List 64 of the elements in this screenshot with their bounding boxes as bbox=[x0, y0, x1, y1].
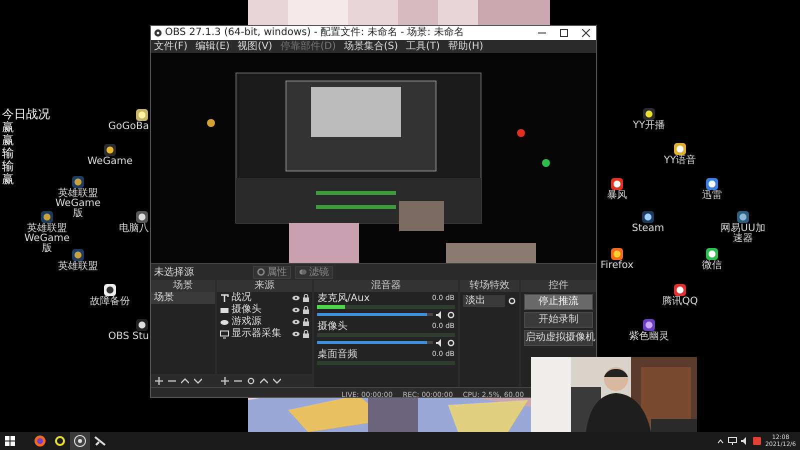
app-icon[interactable] bbox=[736, 210, 750, 224]
overlay-title: 今日战况 bbox=[2, 108, 50, 121]
icon-label[interactable]: Steam bbox=[632, 224, 664, 234]
icon-label[interactable]: Firefox bbox=[600, 261, 634, 271]
icon-label[interactable]: 英雄联盟 WeGame版 bbox=[55, 189, 101, 219]
firefox-icon[interactable] bbox=[34, 435, 46, 447]
tool-icon[interactable] bbox=[94, 435, 106, 447]
app-icon[interactable] bbox=[103, 143, 117, 157]
app-icon[interactable] bbox=[673, 283, 687, 297]
panel-header: 场景 bbox=[151, 280, 215, 292]
icon-label[interactable]: 暴风 bbox=[607, 191, 627, 201]
result-text: 输 bbox=[2, 147, 14, 160]
result-text: 赢 bbox=[2, 134, 14, 147]
add-icon[interactable] bbox=[220, 376, 229, 384]
icon-label[interactable]: GoGoBa bbox=[108, 122, 149, 132]
close-icon[interactable] bbox=[582, 29, 590, 37]
add-icon[interactable] bbox=[155, 376, 163, 384]
app-icon[interactable] bbox=[40, 210, 54, 224]
app-icon[interactable] bbox=[71, 175, 85, 189]
windows-icon[interactable] bbox=[5, 436, 15, 446]
text-icon bbox=[220, 294, 229, 302]
app-icon[interactable] bbox=[673, 142, 687, 156]
icon-label[interactable]: 英雄联盟 WeGame版 bbox=[24, 224, 70, 254]
icon-label[interactable]: 紫色幽灵 bbox=[629, 332, 669, 342]
icon-label[interactable]: YY语音 bbox=[664, 156, 696, 166]
app-icon[interactable] bbox=[610, 247, 624, 261]
icon-label[interactable]: YY开播 bbox=[632, 121, 666, 131]
app-icon[interactable] bbox=[135, 318, 149, 332]
ring-icon[interactable] bbox=[54, 435, 66, 447]
app-icon[interactable] bbox=[103, 283, 117, 297]
caret-icon[interactable] bbox=[717, 438, 724, 444]
monitor-icon bbox=[220, 330, 229, 338]
scene-item[interactable]: 场景 bbox=[151, 292, 215, 304]
icon-label[interactable]: 微信 bbox=[702, 261, 722, 271]
app-icon[interactable] bbox=[642, 107, 656, 121]
icon-label[interactable]: 网易UU加速器 bbox=[720, 224, 766, 244]
status-text: 未选择源 bbox=[154, 266, 195, 279]
result-text: 赢 bbox=[2, 173, 14, 186]
down-icon[interactable] bbox=[194, 376, 202, 384]
app-icon[interactable] bbox=[135, 210, 149, 224]
result-text: 输 bbox=[2, 160, 14, 173]
icon-label[interactable]: 英雄联盟 bbox=[58, 262, 98, 272]
obs-icon[interactable] bbox=[74, 435, 86, 447]
app-icon[interactable] bbox=[71, 248, 85, 262]
app-icon[interactable] bbox=[642, 318, 656, 332]
app-icon[interactable] bbox=[705, 177, 719, 191]
app-icon[interactable] bbox=[135, 108, 149, 122]
icon-label[interactable]: 电脑八 bbox=[119, 224, 149, 234]
menu-item[interactable]: 编辑(E) bbox=[196, 40, 230, 52]
maximize-icon[interactable] bbox=[560, 29, 568, 37]
app-icon[interactable] bbox=[705, 247, 719, 261]
menu-item[interactable]: 文件(F) bbox=[154, 40, 188, 52]
icon-label[interactable]: OBS Stu bbox=[108, 332, 149, 342]
icon-label[interactable]: 腾讯QQ bbox=[662, 297, 698, 307]
obs-icon bbox=[154, 29, 162, 37]
camera-icon bbox=[220, 306, 229, 314]
up-icon[interactable] bbox=[181, 376, 189, 384]
app-icon[interactable] bbox=[610, 177, 624, 191]
icon-label[interactable]: 故障备份 bbox=[90, 297, 130, 307]
app-icon[interactable] bbox=[641, 210, 655, 224]
icon-label[interactable]: WeGame bbox=[87, 157, 133, 167]
icon-label[interactable]: 迅雷 bbox=[702, 191, 722, 201]
result-text: 赢 bbox=[2, 121, 14, 134]
eye-icon bbox=[220, 318, 229, 326]
